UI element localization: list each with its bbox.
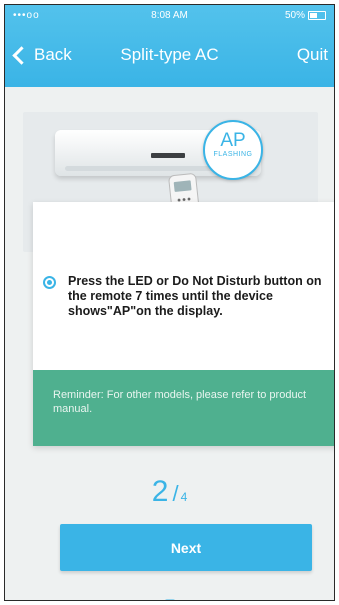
ap-flashing-badge: AP FLASHING <box>203 120 263 180</box>
instruction-text: Press the LED or Do Not Disturb button o… <box>68 274 322 318</box>
instruction-item[interactable]: Press the LED or Do Not Disturb button o… <box>43 274 328 319</box>
reminder-banner: Reminder: For other models, please refer… <box>33 370 334 446</box>
step-total: 4 <box>180 490 188 504</box>
battery-percent: 50% <box>284 10 305 21</box>
battery-status: 50% <box>285 10 326 21</box>
main-content: AP FLASHING Press the LED or Do Not Dist… <box>5 87 334 600</box>
battery-icon <box>308 11 326 20</box>
instruction-card: Press the LED or Do Not Disturb button o… <box>33 202 334 446</box>
nav-bar: Back Split-type AC Quit <box>5 39 334 69</box>
ac-display-panel <box>151 153 185 158</box>
quit-button[interactable]: Quit <box>297 45 328 65</box>
page-title: Split-type AC <box>120 45 219 64</box>
status-bar: •••oo 8:08 AM 50% <box>5 5 334 25</box>
step-current: 2 <box>151 475 169 508</box>
app-frame: •••oo 8:08 AM 50% Back Split-type AC Qui… <box>4 4 335 601</box>
flashing-label: FLASHING <box>213 151 253 158</box>
reminder-text: Reminder: For other models, please refer… <box>53 389 307 415</box>
page-dot <box>165 599 175 600</box>
next-button[interactable]: Next <box>60 524 312 571</box>
step-indicator: 2/4 <box>5 475 334 509</box>
ap-badge-label: AP <box>220 130 246 151</box>
step-separator: / <box>172 481 179 506</box>
header: •••oo 8:08 AM 50% Back Split-type AC Qui… <box>5 5 334 87</box>
radio-selected-icon[interactable] <box>43 276 56 289</box>
